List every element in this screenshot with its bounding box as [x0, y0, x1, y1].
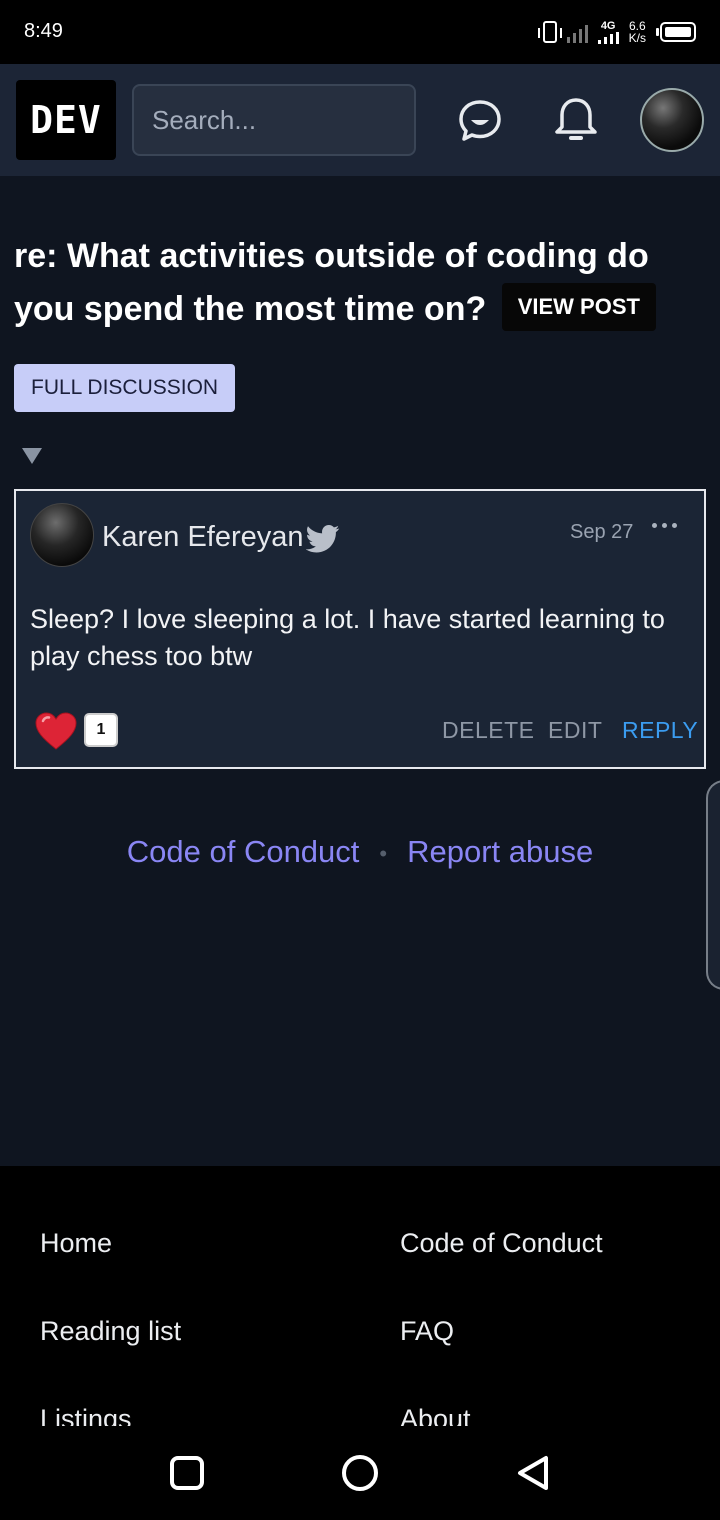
full-discussion-button[interactable]: FULL DISCUSSION: [14, 364, 236, 412]
post-title: re: What activities outside of coding do…: [14, 230, 714, 336]
twitter-icon[interactable]: [305, 525, 340, 558]
system-nav-bar: [0, 1426, 720, 1520]
profile-avatar[interactable]: [640, 88, 704, 152]
search-input[interactable]: [132, 84, 416, 156]
nav-home[interactable]: Home: [40, 1228, 112, 1259]
bell-icon[interactable]: [548, 92, 604, 148]
signal-strong-icon: [597, 31, 619, 44]
view-post-button[interactable]: VIEW POST: [501, 283, 656, 332]
top-header: DEV: [0, 64, 720, 176]
dev-logo[interactable]: DEV: [16, 80, 116, 160]
status-icons: 4G 6.6 K/s: [537, 16, 696, 48]
home-icon[interactable]: [337, 1450, 383, 1496]
status-time: 8:49: [24, 20, 63, 42]
collapse-toggle-icon[interactable]: [22, 448, 42, 464]
heart-icon[interactable]: [34, 711, 78, 756]
network-type: 4G: [597, 20, 619, 44]
status-bar: 8:49 4G 6.6 K/s: [0, 0, 720, 64]
comment-body: Sleep? I love sleeping a lot. I have sta…: [30, 604, 665, 671]
nav-about[interactable]: About: [400, 1404, 471, 1426]
nav-listings[interactable]: Listings: [40, 1404, 132, 1426]
footer-links: Code of Conduct • Report abuse: [0, 834, 720, 870]
side-edge-handle[interactable]: [706, 780, 720, 990]
bottom-nav: Home Reading list Listings Code of Condu…: [0, 1166, 720, 1426]
battery-icon: [656, 22, 696, 42]
net-speed: 6.6 K/s: [628, 19, 646, 45]
chat-icon[interactable]: [452, 92, 508, 148]
delete-button[interactable]: DELETE: [442, 717, 534, 744]
nav-faq[interactable]: FAQ: [400, 1316, 454, 1347]
comment-author[interactable]: Karen Efereyan: [102, 521, 304, 554]
recent-apps-icon[interactable]: [164, 1450, 210, 1496]
reply-button[interactable]: REPLY: [622, 717, 698, 744]
signal-icon: [566, 21, 588, 43]
nav-reading-list[interactable]: Reading list: [40, 1316, 181, 1347]
comment-date[interactable]: Sep 27: [570, 521, 633, 544]
code-of-conduct-link[interactable]: Code of Conduct: [127, 834, 360, 869]
vibrate-icon: [537, 21, 562, 43]
reaction-count: 1: [84, 713, 118, 747]
comment-card: Karen Efereyan Sep 27 Sleep? I love slee…: [14, 489, 706, 769]
nav-code-of-conduct[interactable]: Code of Conduct: [400, 1228, 603, 1259]
back-icon[interactable]: [510, 1450, 556, 1496]
edit-button[interactable]: EDIT: [548, 717, 602, 744]
report-abuse-link[interactable]: Report abuse: [407, 834, 593, 869]
commenter-avatar[interactable]: [30, 503, 94, 567]
more-options-icon[interactable]: [652, 523, 677, 528]
separator-dot: •: [379, 840, 388, 866]
